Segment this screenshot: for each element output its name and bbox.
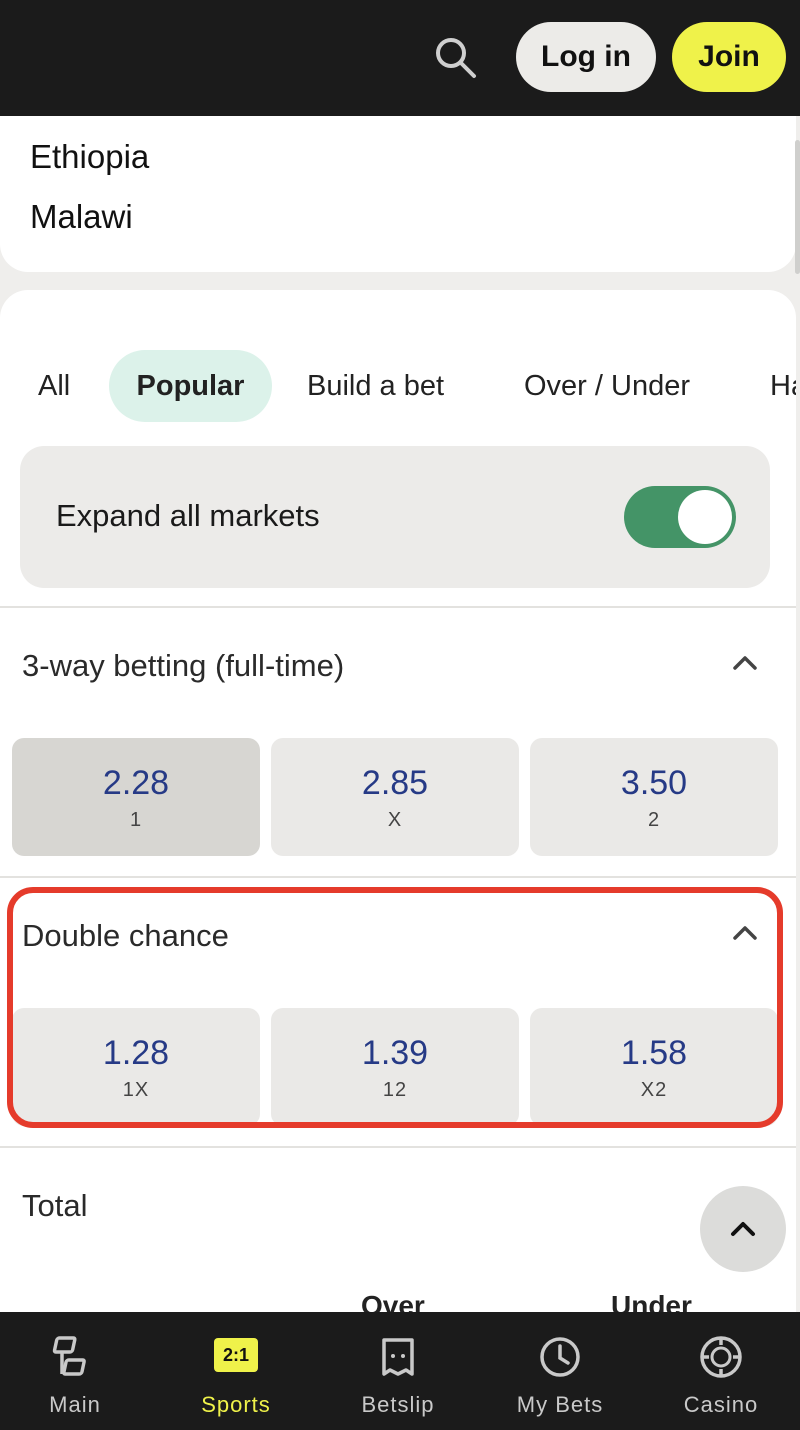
nav-item-my-bets[interactable]: My Bets: [480, 1312, 640, 1430]
nav-item-sports[interactable]: 2:1 Sports: [156, 1312, 316, 1430]
search-icon[interactable]: [432, 34, 478, 80]
odds-value: 2.85: [361, 763, 429, 802]
chevron-up-icon[interactable]: [730, 648, 760, 678]
tab-build-a-bet[interactable]: Build a bet: [307, 350, 444, 422]
nav-item-main[interactable]: Main: [0, 1312, 155, 1430]
column-header-under: Under: [611, 1290, 692, 1312]
odds-button-away[interactable]: 3.50 2: [530, 738, 778, 856]
odds-button-draw[interactable]: 2.85 X: [271, 738, 519, 856]
nav-label: Main: [49, 1392, 101, 1417]
divider: [0, 606, 796, 608]
nav-label: Casino: [683, 1392, 759, 1417]
odds-label: 1: [129, 808, 143, 831]
tab-handicap[interactable]: Ha: [770, 350, 796, 422]
nav-label: Sports: [201, 1392, 271, 1417]
divider: [0, 876, 796, 878]
tab-all[interactable]: All: [38, 350, 70, 422]
market-title-total[interactable]: Total: [22, 1188, 87, 1224]
clock-icon: [540, 1337, 580, 1377]
highlight-box: [7, 887, 783, 1128]
market-tabs: All Popular Build a bet Over / Under Ha: [0, 350, 796, 422]
column-header-over: Over: [361, 1290, 425, 1312]
toggle-knob: [678, 490, 732, 544]
scrollbar[interactable]: [795, 140, 800, 274]
nav-item-casino[interactable]: Casino: [641, 1312, 800, 1430]
markets-card: All Popular Build a bet Over / Under Ha …: [0, 290, 796, 1312]
sports-badge-icon: 2:1: [214, 1338, 258, 1372]
divider: [0, 1146, 796, 1148]
odds-button-home[interactable]: 2.28 1: [12, 738, 260, 856]
join-button[interactable]: Join: [672, 22, 786, 92]
tab-over-under[interactable]: Over / Under: [524, 350, 690, 422]
home-team: Ethiopia: [30, 138, 150, 175]
nav-label: Betslip: [361, 1392, 435, 1417]
odds-value: 3.50: [620, 763, 688, 802]
scroll-to-top-button[interactable]: [700, 1186, 786, 1272]
login-button[interactable]: Log in: [516, 22, 656, 92]
casino-chip-icon: [700, 1336, 742, 1378]
chevron-up-icon: [731, 1222, 755, 1236]
expand-all-markets-row: Expand all markets: [20, 446, 770, 588]
odds-label: 2: [647, 808, 661, 831]
bottom-nav: Main 2:1 Sports Betslip My Bets Casino: [0, 1312, 800, 1430]
betslip-icon: [382, 1338, 414, 1376]
top-bar: Log in Join: [0, 0, 800, 116]
expand-all-label: Expand all markets: [56, 498, 320, 533]
expand-all-toggle[interactable]: [624, 486, 736, 548]
match-teams-card: Ethiopia Malawi: [0, 116, 796, 272]
tab-popular[interactable]: Popular: [109, 350, 272, 422]
main-icon: [52, 1336, 86, 1376]
odds-value: 2.28: [102, 763, 170, 802]
nav-item-betslip[interactable]: Betslip: [318, 1312, 478, 1430]
odds-label: X: [387, 808, 403, 831]
nav-label: My Bets: [516, 1392, 604, 1417]
market-title-3way[interactable]: 3-way betting (full-time): [22, 648, 344, 684]
away-team: Malawi: [30, 198, 133, 235]
